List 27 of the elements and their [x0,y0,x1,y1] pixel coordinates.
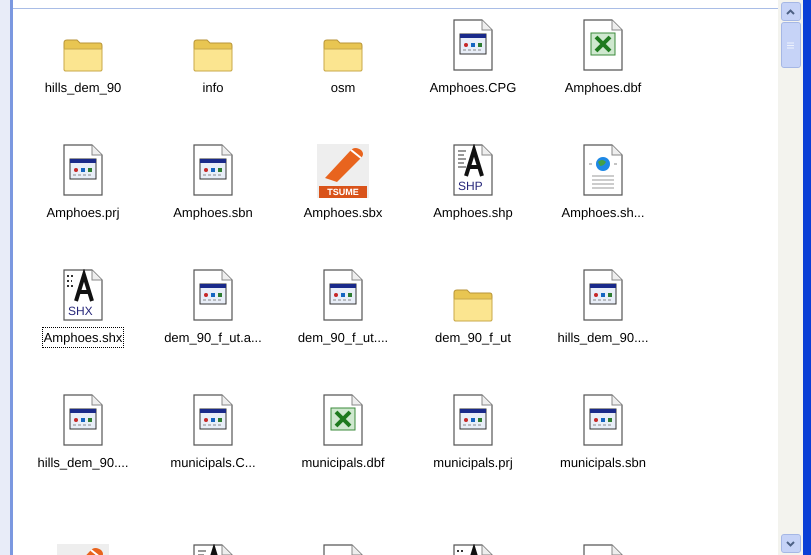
scroll-thumb[interactable] [780,22,800,68]
icon-label: SHP [458,180,483,192]
file-name[interactable]: dem_90_f_ut.... [296,326,390,348]
file-name[interactable]: hills_dem_90.... [35,452,131,473]
file-name[interactable]: Amphoes.dbf [562,76,644,98]
file-name[interactable]: hills_dem_90 [42,76,124,98]
file-name[interactable]: municipals.C... [168,452,258,473]
grip-icon [787,42,794,48]
file-name[interactable]: Amphoes.sh... [559,202,647,223]
file-name[interactable]: info [200,76,226,98]
file-name[interactable]: municipals.sbn [558,452,648,473]
file-name[interactable]: Amphoes.shp [431,202,515,223]
file-name[interactable]: Amphoes.shx [42,326,124,348]
icon-label: TSUME [319,186,367,198]
scroll-up-button[interactable] [780,2,800,21]
file-name[interactable]: Amphoes.CPG [428,76,518,98]
scroll-down-button[interactable] [780,534,800,553]
file-name[interactable]: dem_90_f_ut [433,326,513,348]
file-name[interactable]: Amphoes.prj [44,202,122,223]
file-name[interactable]: dem_90_f_ut.a... [162,326,264,348]
file-name[interactable]: osm [328,76,358,98]
icon-label: SHX [68,304,93,316]
file-name[interactable]: Amphoes.sbn [171,202,255,223]
file-name[interactable]: hills_dem_90.... [555,326,651,348]
file-name[interactable]: Amphoes.sbx [302,202,384,223]
file-name[interactable]: municipals.prj [431,452,515,473]
file-name[interactable]: municipals.dbf [299,452,387,473]
